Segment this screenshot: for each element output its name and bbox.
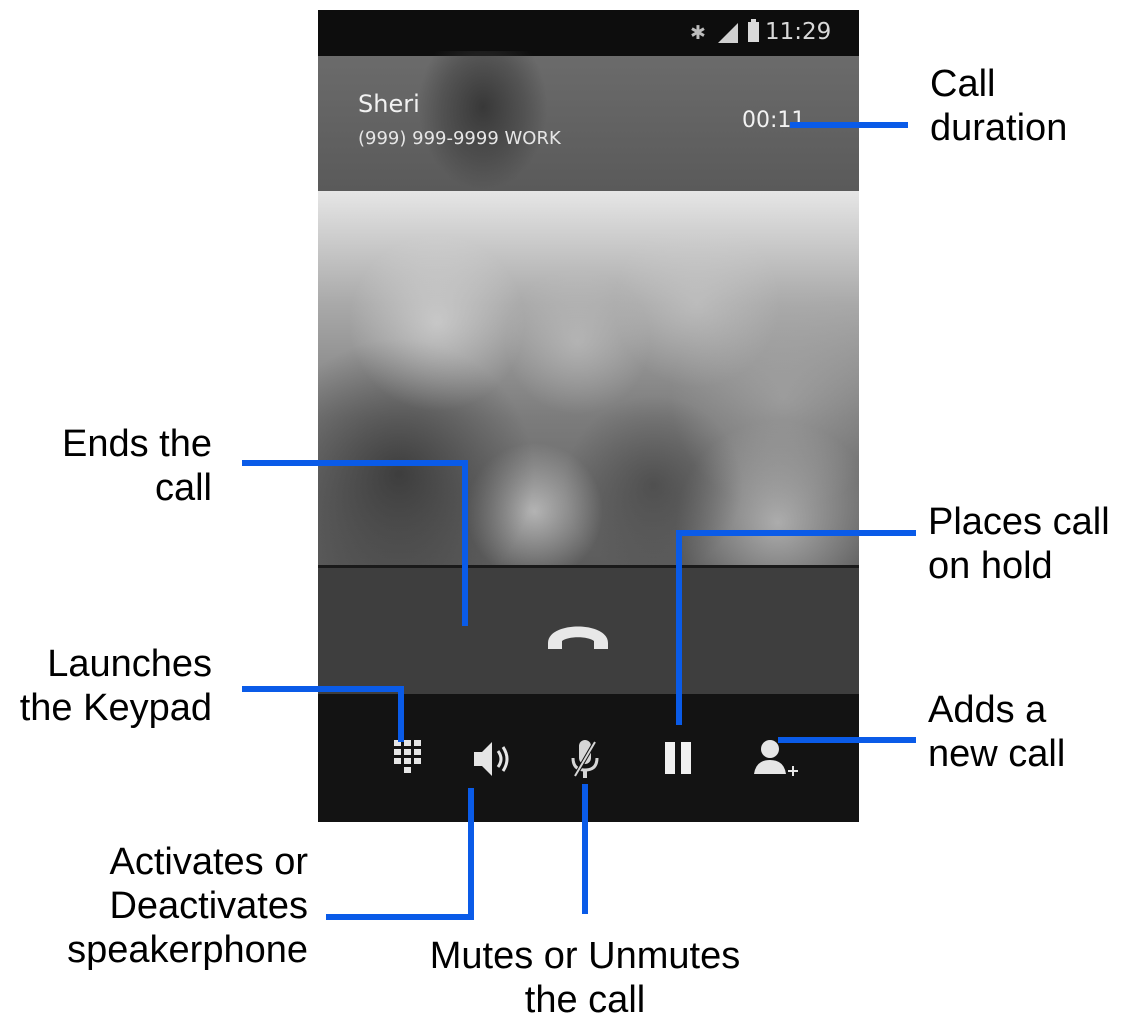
callout-line-keypad-h [242, 686, 404, 692]
callout-line-duration [790, 122, 908, 128]
callout-line-add-call [778, 737, 916, 743]
callout-speaker-line1: Activates or [109, 841, 308, 883]
callout-speaker-line2: Deactivates [109, 885, 308, 927]
contact-number: (999) 999-9999 WORK [358, 128, 561, 149]
contact-name: Sheri [358, 90, 420, 118]
callout-speaker: Activates or Deactivates speakerphone [20, 840, 308, 972]
mute-icon [571, 738, 599, 780]
callout-line-end-call-h [242, 460, 468, 466]
callout-keypad: Launches the Keypad [4, 642, 212, 730]
callout-call-duration-line2: duration [930, 107, 1068, 149]
callout-mute-line2: the call [524, 979, 646, 1021]
status-bar: ✱ 11:29 [318, 10, 859, 56]
end-call-button[interactable] [538, 603, 618, 663]
end-call-icon [548, 626, 608, 649]
callout-add-call: Adds a new call [928, 688, 1065, 776]
callout-end-call: Ends the call [20, 422, 212, 510]
keypad-button[interactable] [384, 734, 434, 784]
call-duration: 00:11 [742, 108, 806, 133]
speaker-button[interactable] [468, 734, 518, 784]
contact-photo [318, 191, 859, 568]
callout-add-call-line2: new call [928, 733, 1066, 775]
end-call-area [318, 568, 859, 694]
status-time: 11:29 [765, 19, 832, 45]
callout-hold-line2: on hold [928, 545, 1053, 587]
callout-line-hold-h [676, 530, 916, 536]
battery-icon [748, 19, 759, 42]
callout-speaker-line3: speakerphone [67, 929, 308, 971]
callout-line-keypad-v [398, 686, 404, 742]
callout-keypad-line2: the Keypad [19, 687, 212, 729]
callout-line-end-call-v [462, 460, 468, 626]
callout-hold-line1: Places call [928, 501, 1110, 543]
callout-call-duration: Call duration [930, 62, 1067, 150]
hold-button[interactable] [654, 734, 704, 784]
callout-end-call-line1: Ends the [62, 423, 212, 465]
signal-icon [718, 23, 738, 43]
mute-button[interactable] [560, 734, 610, 784]
callout-line-speaker-h [326, 914, 474, 920]
callout-hold: Places call on hold [928, 500, 1110, 588]
callout-add-call-line1: Adds a [928, 689, 1047, 731]
callout-end-call-line2: call [154, 467, 212, 509]
callout-call-duration-line1: Call [930, 63, 996, 105]
keypad-icon [394, 740, 421, 773]
hold-icon [665, 742, 691, 774]
speaker-icon [474, 742, 509, 776]
callout-mute: Mutes or Unmutes the call [400, 934, 770, 1022]
bluetooth-icon: ✱ [690, 22, 706, 44]
callout-line-hold-v [676, 530, 682, 725]
callout-line-mute [582, 784, 588, 914]
background-photo-tree [418, 51, 548, 191]
callout-mute-line1: Mutes or Unmutes [429, 935, 741, 977]
contact-header: Sheri (999) 999-9999 WORK 00:11 [318, 51, 859, 191]
callout-keypad-line1: Launches [47, 643, 212, 685]
callout-line-speaker-v [468, 788, 474, 920]
